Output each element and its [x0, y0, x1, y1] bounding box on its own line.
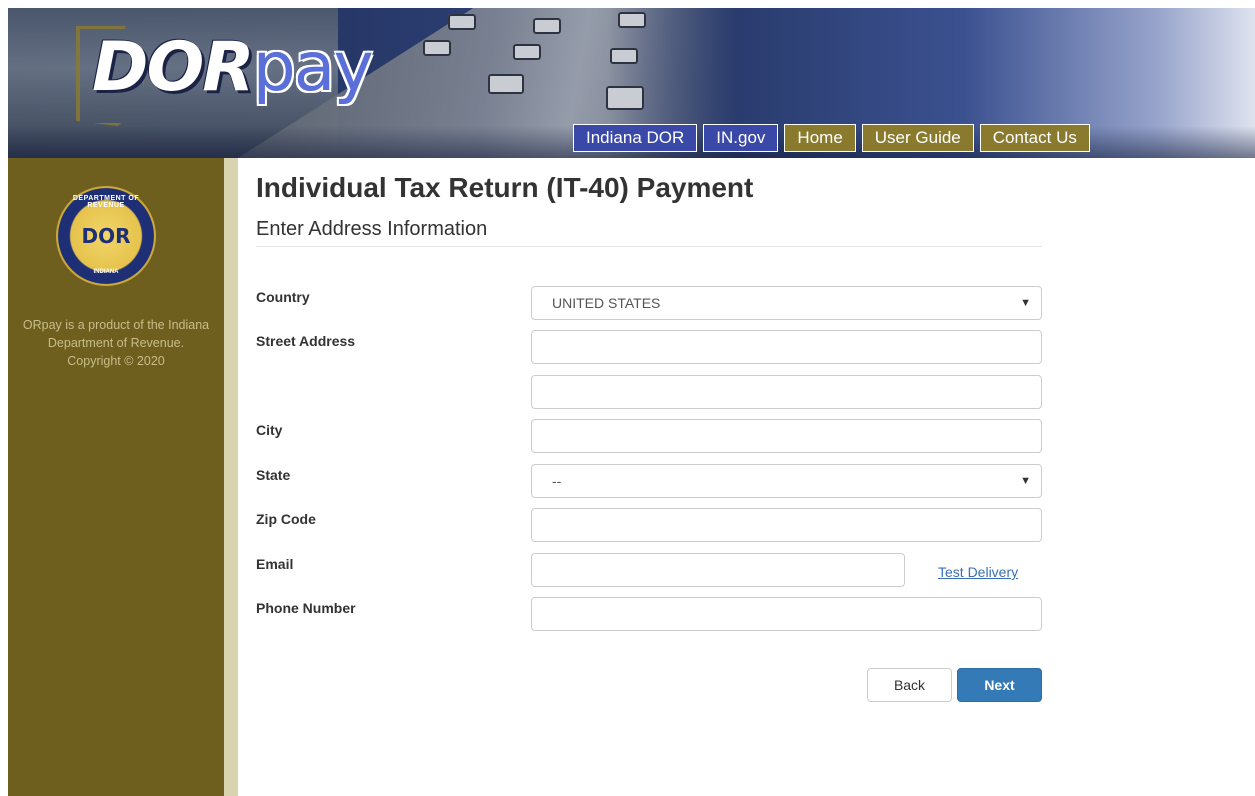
city-label: City [256, 422, 283, 438]
state-select-value: -- [552, 473, 562, 489]
dor-seal-logo: DEPARTMENT OF REVENUE DOR INDIANA [56, 186, 156, 286]
zip-code-input[interactable] [531, 508, 1042, 542]
race-car-graphic [488, 74, 524, 94]
sidebar: DEPARTMENT OF REVENUE DOR INDIANA ORpay … [8, 158, 224, 796]
race-car-graphic [533, 18, 561, 34]
phone-number-label: Phone Number [256, 600, 356, 616]
top-navigation: Indiana DOR IN.gov Home User Guide Conta… [573, 124, 1090, 152]
sidebar-footer: ORpay is a product of the Indiana Depart… [8, 316, 224, 370]
race-car-graphic [606, 86, 644, 110]
nav-home[interactable]: Home [784, 124, 856, 152]
caret-down-icon: ▼ [1020, 297, 1031, 309]
caret-down-icon: ▼ [1020, 475, 1031, 487]
nav-indiana-dor[interactable]: Indiana DOR [573, 124, 698, 152]
race-car-graphic [610, 48, 638, 64]
next-button[interactable]: Next [957, 668, 1042, 702]
zip-code-label: Zip Code [256, 511, 316, 527]
seal-bottom-text: INDIANA [93, 269, 119, 275]
section-divider [256, 246, 1042, 247]
sidebar-copyright: Copyright © 2020 [67, 354, 165, 368]
sidebar-footer-line: Department of Revenue. [47, 336, 185, 350]
logo-dor-text: DOR [92, 28, 255, 107]
back-button[interactable]: Back [867, 668, 952, 702]
state-select[interactable]: -- ▼ [531, 464, 1042, 498]
street-address-label: Street Address [256, 333, 356, 349]
page-subtitle: Enter Address Information [256, 218, 488, 240]
nav-in-gov[interactable]: IN.gov [703, 124, 779, 152]
seal-top-text: DEPARTMENT OF REVENUE [72, 195, 140, 209]
nav-user-guide[interactable]: User Guide [861, 124, 974, 152]
country-select[interactable]: UNITED STATES ▼ [531, 286, 1042, 320]
state-label: State [256, 467, 291, 483]
nav-contact-us[interactable]: Contact Us [979, 124, 1090, 152]
sidebar-footer-line: ORpay is a product of the Indiana [22, 318, 210, 332]
test-delivery-link[interactable]: Test Delivery [938, 564, 1018, 580]
page-frame: DORpay Indiana DOR IN.gov Home User Guid… [8, 8, 1255, 796]
email-input[interactable] [531, 553, 905, 587]
email-label: Email [256, 556, 294, 572]
street-address-line2-input[interactable] [531, 375, 1042, 409]
race-car-graphic [618, 12, 646, 28]
sidebar-divider [224, 158, 238, 796]
phone-number-input[interactable] [531, 597, 1042, 631]
page-title: Individual Tax Return (IT-40) Payment [256, 172, 754, 203]
logo-pay-text: pay [252, 28, 374, 107]
race-car-graphic [513, 44, 541, 60]
header-banner: DORpay Indiana DOR IN.gov Home User Guid… [8, 8, 1255, 158]
race-car-graphic [448, 14, 476, 30]
street-address-line1-input[interactable] [531, 330, 1042, 364]
dorpay-logo[interactable]: DORpay [92, 34, 374, 102]
race-car-graphic [423, 40, 451, 56]
country-select-value: UNITED STATES [552, 295, 661, 311]
seal-center-text: DOR [81, 224, 131, 248]
country-label: Country [256, 289, 310, 305]
city-input[interactable] [531, 419, 1042, 453]
